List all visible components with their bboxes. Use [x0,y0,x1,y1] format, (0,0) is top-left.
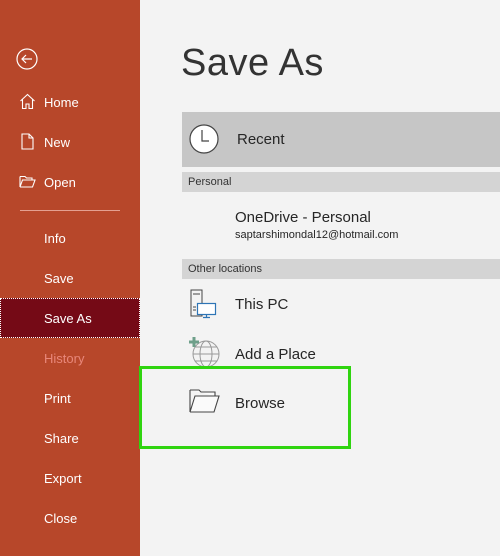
home-icon [20,93,35,110]
location-add-a-place[interactable]: Add a Place [182,334,500,374]
sidebar-item-export[interactable]: Export [0,458,140,498]
location-onedrive-personal[interactable]: OneDrive - Personal saptarshimondal12@ho… [182,200,500,250]
sidebar-item-label: Share [44,430,79,446]
sidebar-divider [20,210,120,211]
sidebar-item-label: Save As [44,310,92,326]
back-arrow-icon[interactable] [16,48,38,70]
sidebar-item-label: Print [44,390,71,406]
open-folder-icon [19,175,36,188]
sidebar-item-close[interactable]: Close [0,498,140,538]
section-header-other-locations: Other locations [182,259,500,279]
sidebar-item-label: Save [44,270,74,286]
sidebar-item-label: Open [44,174,76,190]
sidebar-item-label: Home [44,94,79,110]
location-browse[interactable]: Browse [182,382,500,422]
sidebar-item-save-as[interactable]: Save As [0,298,140,338]
clock-icon [189,124,219,154]
sidebar-item-open[interactable]: Open [0,162,140,202]
sidebar-item-label: Info [44,230,66,246]
backstage-sidebar: Home New Open Info Save Save As History … [0,0,140,556]
browse-folder-icon [189,389,220,413]
sidebar-item-info[interactable]: Info [0,218,140,258]
section-header-personal: Personal [182,172,500,192]
sidebar-item-label: New [44,134,71,150]
location-label: Add a Place [235,346,316,363]
sidebar-item-label: Export [44,470,82,486]
page-title: Save As [181,42,324,84]
location-label: Browse [235,395,286,412]
location-label: OneDrive - Personal [235,209,371,226]
new-document-icon [21,133,34,150]
sidebar-item-new[interactable]: New [0,122,140,162]
sidebar-item-history[interactable]: History [0,338,140,378]
highlight-box-edge [139,366,142,449]
location-label: Recent [237,131,285,148]
computer-icon [190,289,217,319]
sidebar-item-home[interactable]: Home [0,82,140,122]
sidebar-item-share[interactable]: Share [0,418,140,458]
sidebar-item-print[interactable]: Print [0,378,140,418]
account-email: saptarshimondal12@hotmail.com [235,229,399,241]
add-place-globe-icon [189,337,220,368]
sidebar-item-label: Close [44,510,78,526]
location-recent[interactable]: Recent [182,112,500,167]
location-label: This PC [235,296,289,313]
location-this-pc[interactable]: This PC [182,285,500,325]
sidebar-item-save[interactable]: Save [0,258,140,298]
sidebar-item-label: History [44,350,85,366]
